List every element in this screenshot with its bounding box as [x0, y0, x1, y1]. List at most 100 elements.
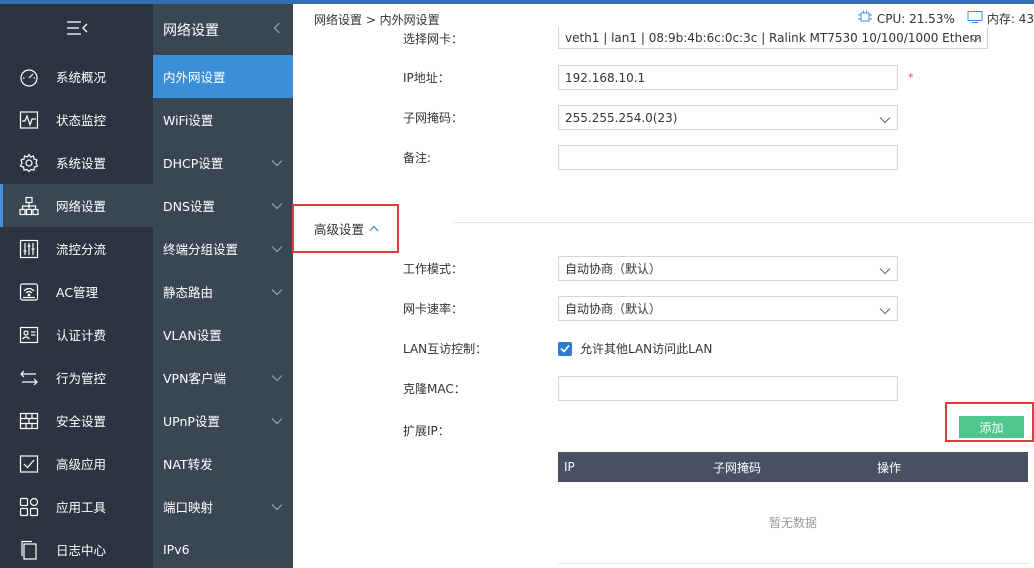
subnav-item-static-route[interactable]: 静态路由 [153, 270, 293, 313]
extended-ip-row: 扩展IP： [403, 422, 558, 439]
extended-ip-label: 扩展IP： [403, 424, 450, 438]
advanced-settings-toggle[interactable]: 高级设置 [292, 204, 399, 253]
cpu-usage: CPU: 21.53% [876, 11, 955, 26]
note-input[interactable] [558, 145, 898, 170]
chevron-down-icon [969, 32, 981, 46]
subnav-item-ipv6[interactable]: IPv6 [153, 528, 293, 568]
wifi-router-icon [18, 282, 40, 302]
lan-access-row: LAN互访控制： 允许其他LAN访问此LAN [403, 340, 712, 357]
monitor-icon [967, 10, 983, 27]
chevron-down-icon [271, 370, 283, 385]
chevron-down-icon [271, 198, 283, 213]
document-icon [18, 540, 40, 560]
add-button[interactable]: 添加 [959, 416, 1024, 438]
nav-item-label: 日志中心 [56, 543, 107, 558]
nav-item-ac-management[interactable]: AC管理 [0, 270, 153, 313]
primary-sidebar: 系统概况 状态监控 系统设置 网络设置 流控分流 AC管理 认证计费 行为管控 … [0, 4, 153, 568]
work-mode-label: 工作模式： [403, 262, 464, 276]
work-mode-select[interactable]: 自动协商（默认） [558, 256, 898, 281]
lan-access-checkbox[interactable]: 允许其他LAN访问此LAN [558, 340, 712, 357]
clone-mac-row: 克隆MAC： [403, 376, 898, 401]
chevron-down-icon [879, 113, 891, 127]
nav-item-security[interactable]: 安全设置 [0, 399, 153, 442]
column-header-actions: 操作 [877, 460, 902, 475]
subnav-item-label: DHCP设置 [163, 156, 224, 171]
subnav-item-label: DNS设置 [163, 199, 215, 214]
mask-label: 子网掩码： [403, 111, 464, 125]
subnav-item-label: VLAN设置 [163, 328, 222, 343]
nav-item-status-monitor[interactable]: 状态监控 [0, 98, 153, 141]
nav-item-system-settings[interactable]: 系统设置 [0, 141, 153, 184]
subnav-item-upnp[interactable]: UPnP设置 [153, 399, 293, 442]
subnav-item-port-mapping[interactable]: 端口映射 [153, 485, 293, 528]
nav-item-label: 行为管控 [56, 371, 107, 386]
subnav-item-label: VPN客户端 [163, 371, 226, 386]
nav-item-label: 流控分流 [56, 242, 107, 257]
swap-arrows-icon [18, 368, 40, 388]
subnav-item-lan-wan[interactable]: 内外网设置 [153, 55, 293, 98]
nav-item-app-tools[interactable]: 应用工具 [0, 485, 153, 528]
subnav-item-terminal-groups[interactable]: 终端分组设置 [153, 227, 293, 270]
subnav-item-vlan[interactable]: VLAN设置 [153, 313, 293, 356]
nav-item-advanced-apps[interactable]: 高级应用 [0, 442, 153, 485]
firewall-icon [18, 411, 40, 431]
nav-item-label: 网络设置 [56, 199, 107, 214]
id-card-icon [18, 325, 40, 345]
nav-item-label: 安全设置 [56, 414, 107, 429]
add-button-highlight: 添加 [945, 402, 1034, 442]
nav-item-label: AC管理 [56, 285, 99, 300]
ip-value: 192.168.10.1 [565, 70, 646, 85]
table-header: IP 子网掩码 操作 [558, 452, 1028, 482]
chevron-down-icon [879, 304, 891, 318]
nav-item-overview[interactable]: 系统概况 [0, 55, 153, 98]
checklist-icon [18, 454, 40, 474]
extended-ip-table: IP 子网掩码 操作 暂无数据 [558, 452, 1028, 564]
nav-item-auth-billing[interactable]: 认证计费 [0, 313, 153, 356]
memory-stat: 内存: 43 [967, 10, 1034, 27]
table-empty-state: 暂无数据 [558, 482, 1028, 564]
dashboard-icon [18, 67, 40, 87]
memory-usage: 内存: 43 [986, 12, 1034, 26]
chevron-down-icon [271, 499, 283, 514]
lan-access-label: LAN互访控制： [403, 342, 488, 356]
menu-collapse-button[interactable] [0, 4, 153, 55]
nic-speed-select[interactable]: 自动协商（默认） [558, 296, 898, 321]
nav-item-traffic-control[interactable]: 流控分流 [0, 227, 153, 270]
chevron-down-icon [879, 264, 891, 278]
nic-select[interactable]: veth1 | lan1 | 08:9b:4b:6c:0c:3c | Ralin… [558, 27, 988, 49]
clone-mac-input[interactable] [558, 376, 898, 401]
subnav-item-wifi[interactable]: WiFi设置 [153, 98, 293, 141]
collapse-chevron-left-icon[interactable] [273, 22, 281, 38]
menu-collapse-icon [65, 19, 89, 40]
subnav-item-dns[interactable]: DNS设置 [153, 184, 293, 227]
work-mode-value: 自动协商（默认） [565, 262, 662, 276]
lan-access-checkbox-label: 允许其他LAN访问此LAN [580, 342, 713, 356]
cpu-stat: CPU: 21.53% [857, 10, 955, 27]
network-icon [18, 196, 40, 216]
subnav-item-label: NAT转发 [163, 457, 213, 472]
ip-label: IP地址： [403, 71, 450, 85]
subnav-item-nat[interactable]: NAT转发 [153, 442, 293, 485]
chevron-down-icon [271, 155, 283, 170]
subnav-item-dhcp[interactable]: DHCP设置 [153, 141, 293, 184]
mask-select[interactable]: 255.255.254.0(23) [558, 105, 898, 130]
subnav-item-label: IPv6 [163, 542, 190, 557]
chevron-down-icon [271, 241, 283, 256]
nic-speed-row: 网卡速率： 自动协商（默认） [403, 296, 898, 321]
subnav-item-vpn-client[interactable]: VPN客户端 [153, 356, 293, 399]
clone-mac-label: 克隆MAC： [403, 382, 466, 396]
nav-item-label: 高级应用 [56, 457, 107, 472]
nic-value: veth1 | lan1 | 08:9b:4b:6c:0c:3c | Ralin… [565, 30, 981, 45]
nav-item-network-settings[interactable]: 网络设置 [0, 184, 153, 227]
chevron-down-icon [271, 284, 283, 299]
sliders-icon [18, 239, 40, 259]
nav-item-behavior-control[interactable]: 行为管控 [0, 356, 153, 399]
ip-input[interactable]: 192.168.10.1 [558, 65, 898, 90]
section-divider [453, 222, 1034, 223]
nic-label: 选择网卡： [403, 31, 464, 46]
gear-icon [18, 152, 40, 173]
subnav-item-label: 内外网设置 [163, 70, 226, 85]
nav-item-log-center[interactable]: 日志中心 [0, 528, 153, 568]
nav-item-label: 认证计费 [56, 328, 107, 343]
subnav-item-label: 端口映射 [163, 500, 214, 515]
